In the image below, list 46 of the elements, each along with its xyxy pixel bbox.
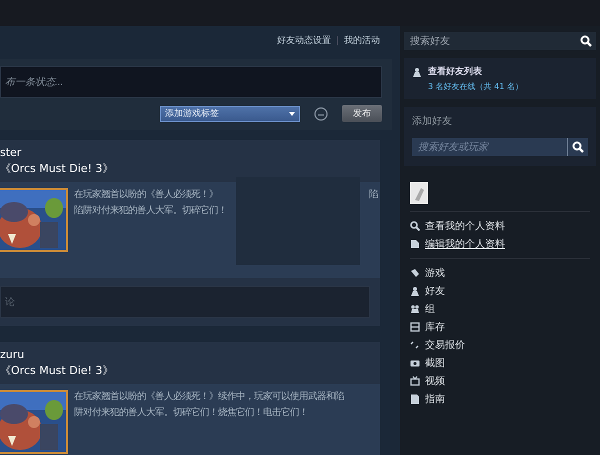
caret-icon (289, 112, 295, 116)
emoticon-icon[interactable] (314, 106, 328, 120)
search-icon (572, 141, 584, 153)
search-button[interactable] (568, 138, 588, 156)
description-text: 在玩家翘首以盼的《兽人必须死！》续作中，玩家可以使用武器和陷 (74, 390, 344, 403)
description-text: 陷阱对付来犯的兽人大军。切碎它们！ (74, 204, 227, 217)
description-text: 阱对付来犯的兽人大军。切碎它们！烧焦它们！电击它们！ (74, 406, 308, 419)
menu-item[interactable]: 视频 (410, 374, 445, 388)
post-button[interactable]: 发布 (342, 105, 382, 122)
add-friend-label: 添加好友 (412, 114, 453, 128)
game-title: 《Orcs Must Die! 3》 (0, 161, 114, 176)
profile-link[interactable]: 编辑我的个人资料 (410, 237, 505, 251)
search-icon (410, 221, 420, 231)
tv-icon (410, 376, 420, 386)
page-icon (410, 394, 420, 404)
profile-link[interactable]: 查看我的个人资料 (410, 219, 505, 233)
link-separator: | (336, 36, 339, 46)
game-title: 《Orcs Must Die! 3》 (0, 363, 114, 378)
people-icon (410, 304, 420, 314)
activity-link[interactable]: 好友动态设置 (276, 34, 331, 47)
menu-item[interactable]: 截图 (410, 356, 445, 370)
menu-item[interactable]: 交易报价 (410, 338, 465, 352)
activity-link[interactable]: 我的活动 (344, 34, 380, 47)
person-icon (410, 286, 420, 296)
camera-icon (410, 358, 420, 368)
menu-item[interactable]: 游戏 (410, 266, 445, 280)
comment-input[interactable]: 论 (0, 286, 370, 318)
drawers-icon (410, 322, 420, 332)
menu-item[interactable]: 组 (410, 302, 435, 316)
online-count-link[interactable]: 3 名好友在线（共 41 名） (412, 81, 588, 92)
player-search-field[interactable]: 搜索好友或玩家 (412, 138, 568, 156)
friend-search-field[interactable]: 搜索好友 (404, 32, 576, 50)
menu-item[interactable]: 好友 (410, 284, 445, 298)
menu-item[interactable]: 库存 (410, 320, 445, 334)
description-text: 在玩家翘首以盼的《兽人必须死！》 (74, 188, 218, 201)
description-text: 陷 (369, 188, 378, 201)
search-button[interactable] (576, 32, 596, 50)
search-icon (580, 35, 592, 47)
menu-item[interactable]: 指南 (410, 392, 445, 406)
person-icon (412, 66, 422, 76)
author-name: zuru (0, 348, 26, 361)
game-tag-dropdown[interactable]: 添加游戏标签 (160, 106, 300, 122)
friends-list-link[interactable]: 查看好友列表 (428, 65, 482, 78)
author-name: ster (0, 146, 22, 159)
document-icon (410, 239, 420, 249)
status-input[interactable]: 布一条状态... (0, 66, 382, 98)
